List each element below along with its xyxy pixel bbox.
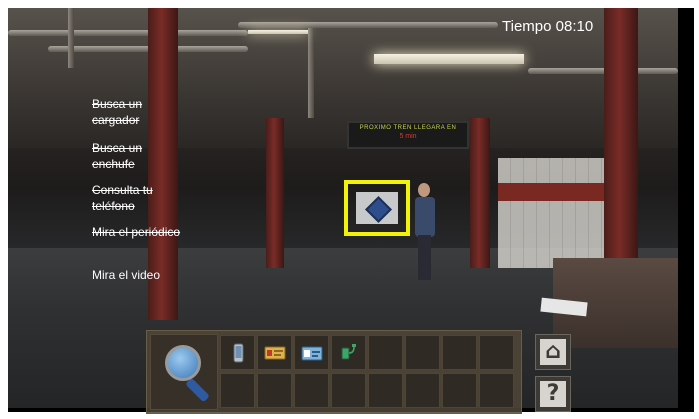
metro-poster (356, 192, 398, 224)
ticket-icon (301, 342, 323, 364)
inventory-slot-empty[interactable] (368, 335, 403, 370)
inventory-slot-empty[interactable] (405, 335, 440, 370)
inventory-slot-charger[interactable] (331, 335, 366, 370)
highlighted-poster[interactable] (344, 180, 410, 236)
timer: Tiempo 08:10 (502, 18, 594, 35)
task-find-outlet: Busca un enchufe (92, 140, 142, 172)
home-button[interactable]: ⌂ (535, 334, 571, 370)
inventory-slot-empty[interactable] (220, 373, 255, 408)
tiled-wall (498, 158, 608, 268)
character-body (415, 197, 435, 237)
inventory-slot-empty[interactable] (368, 373, 403, 408)
inventory-slot-empty[interactable] (294, 373, 329, 408)
ceiling-light (374, 54, 524, 64)
task-read-newspaper: Mira el periódico (92, 224, 180, 240)
inventory-slot-empty[interactable] (442, 373, 477, 408)
vertical-pipe (68, 8, 74, 68)
task-watch-video: Mira el video (92, 267, 160, 283)
red-column (470, 118, 490, 268)
task-line: Consulta tu (92, 183, 153, 197)
inventory-slot-ticket[interactable] (294, 335, 329, 370)
home-icon: ⌂ (540, 339, 566, 365)
player-character (412, 183, 438, 280)
task-line: Busca un (92, 141, 143, 155)
task-find-charger: Busca un cargador (92, 96, 142, 128)
metro-logo-icon (365, 196, 392, 223)
arrival-sign-text: PROXIMO TREN LLEGARA EN (359, 125, 457, 131)
inventory-slot-phone[interactable] (220, 335, 255, 370)
inventory-slot-empty[interactable] (257, 373, 292, 408)
arrival-sign: PROXIMO TREN LLEGARA EN 5 min (347, 121, 469, 149)
task-line: teléfono (92, 199, 135, 213)
inventory-slot-empty[interactable] (331, 373, 366, 408)
inventory-slot-empty[interactable] (442, 335, 477, 370)
task-line: Mira el video (92, 268, 161, 282)
phone-icon (227, 342, 249, 364)
task-line: Busca un (92, 97, 143, 111)
id-card-icon (264, 342, 286, 364)
red-column (266, 118, 284, 268)
character-legs (418, 235, 431, 280)
task-line: cargador (92, 113, 140, 127)
magnifier-handle (185, 377, 210, 403)
ceiling-light (248, 30, 308, 34)
ceiling-pipe (238, 22, 498, 28)
inventory-slot-empty[interactable] (479, 373, 514, 408)
ceiling-pipe (8, 30, 248, 36)
inspect-tool-button[interactable] (150, 334, 218, 410)
task-line: Mira el periódico (92, 225, 181, 239)
wall-stripe (498, 183, 608, 201)
magnifier-icon (165, 345, 201, 381)
arrival-sign-time: 5 min (399, 133, 417, 140)
charger-icon (338, 342, 360, 364)
red-column (604, 8, 638, 258)
ceiling-pipe (528, 68, 678, 74)
vertical-pipe (308, 28, 314, 118)
inventory-slot-empty[interactable] (479, 335, 514, 370)
help-icon: ? (540, 381, 566, 407)
inventory-slot-empty[interactable] (405, 373, 440, 408)
help-button[interactable]: ? (535, 376, 571, 412)
character-head (418, 183, 430, 197)
inventory-slot-id-card[interactable] (257, 335, 292, 370)
task-check-phone: Consulta tu teléfono (92, 182, 153, 214)
task-line: enchufe (92, 157, 135, 171)
